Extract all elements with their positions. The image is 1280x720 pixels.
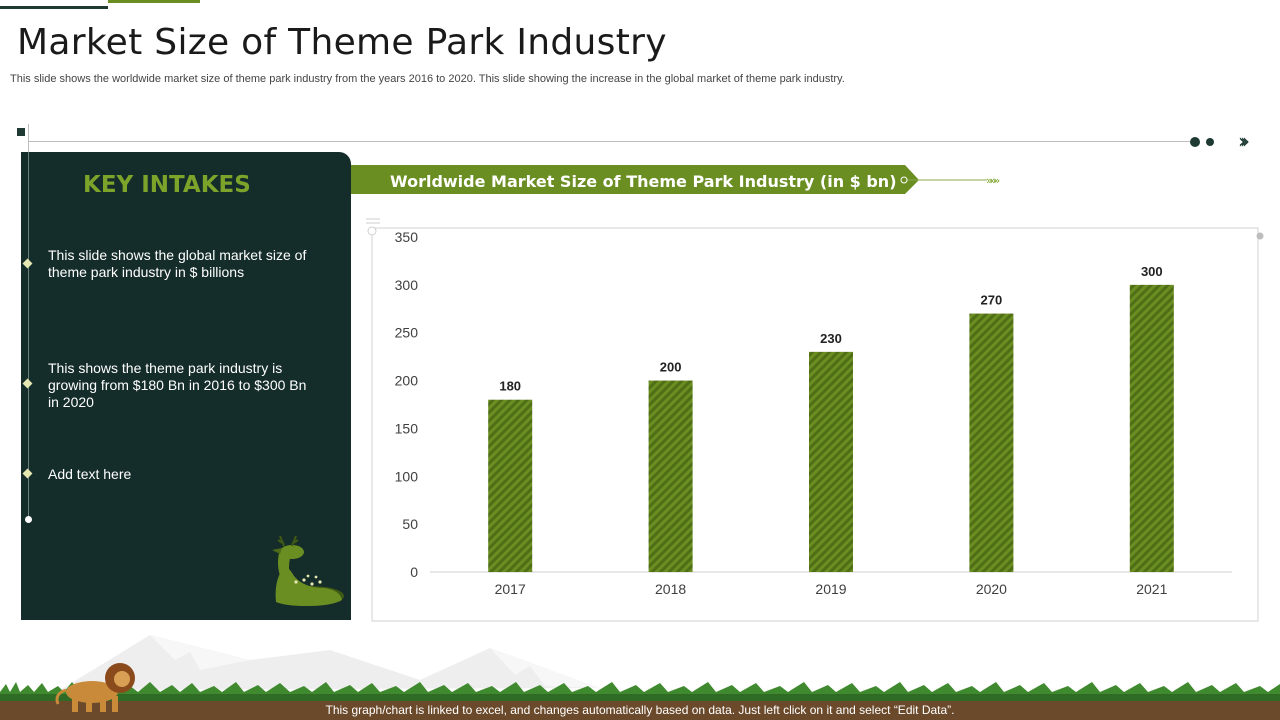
x-tick-label: 2020: [976, 581, 1007, 597]
x-tick-label: 2021: [1136, 581, 1167, 597]
key-intakes-panel: KEY INTAKES This slide shows the global …: [21, 152, 351, 620]
diamond-bullet-icon: [22, 378, 33, 389]
top-accent-dark: [0, 6, 108, 9]
bar-2021: [1129, 284, 1174, 572]
page-subtitle: This slide shows the worldwide market si…: [10, 73, 845, 85]
data-label: 230: [820, 331, 842, 346]
y-tick-label: 0: [410, 564, 418, 580]
key-intakes-heading: KEY INTAKES: [83, 172, 251, 198]
y-tick-label: 350: [395, 229, 419, 245]
chevron-right-icon: »»»: [986, 174, 1000, 187]
y-tick-label: 150: [395, 420, 419, 436]
divider-vertical: [28, 124, 29, 154]
bar-2020: [969, 313, 1014, 572]
footer-note: This graph/chart is linked to excel, and…: [325, 703, 955, 717]
diamond-bullet-icon: [22, 468, 33, 479]
key-intake-item: Add text here: [48, 466, 132, 482]
y-tick-label: 250: [395, 325, 419, 341]
x-tick-label: 2017: [495, 581, 526, 597]
page-title: Market Size of Theme Park Industry: [17, 22, 667, 63]
divider-dot: [1190, 137, 1200, 147]
timeline-line: [28, 152, 29, 520]
bar-2017: [488, 399, 533, 572]
data-label: 200: [660, 360, 682, 375]
bar-2019: [809, 351, 853, 572]
y-tick-label: 200: [395, 373, 419, 389]
bar-chart: 0 50 100 150 200 250 300 350 2017 2018 2019 2020 20…: [366, 218, 1264, 622]
chart-handle-dot: [367, 226, 377, 236]
y-tick-label: 100: [395, 468, 419, 484]
diamond-bullet-icon: [22, 258, 33, 269]
key-intake-item: This shows the theme park industry is gr…: [48, 360, 307, 410]
data-label: 180: [499, 379, 521, 394]
data-label: 270: [981, 293, 1003, 308]
timeline-end-dot: [25, 516, 32, 523]
y-tick-label: 50: [402, 516, 418, 532]
data-label: 300: [1141, 264, 1163, 279]
divider-line: [28, 141, 1190, 142]
bar-2018: [648, 380, 693, 572]
x-tick-label: 2019: [815, 581, 846, 597]
divider-square: [17, 128, 25, 136]
chevron-right-icon: ›››: [1238, 129, 1250, 153]
key-intake-item: This slide shows the global market size …: [48, 247, 307, 280]
top-accent-green: [108, 0, 200, 3]
deer-icon: [272, 535, 344, 606]
divider-dot-small: [1206, 138, 1214, 146]
chart-handle-dot: [1256, 232, 1264, 240]
chart-banner-title: Worldwide Market Size of Theme Park Indu…: [390, 172, 897, 191]
y-tick-label: 300: [395, 277, 419, 293]
x-tick-label: 2018: [655, 581, 686, 597]
